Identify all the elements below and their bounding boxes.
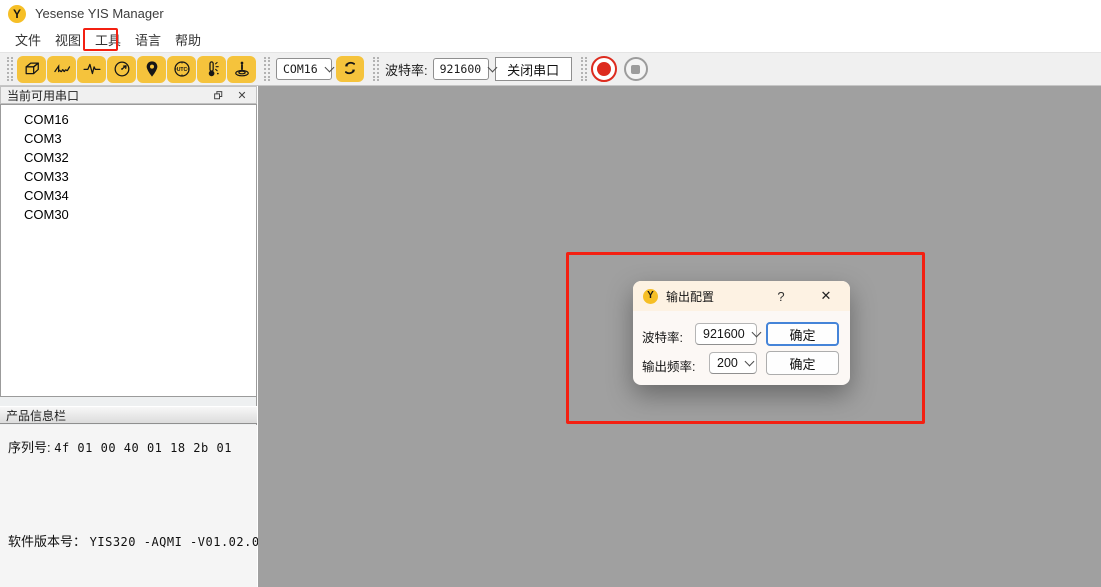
dialog-baud-label: 波特率: — [642, 327, 683, 346]
dialog-frequency-ok-button[interactable]: 确定 — [766, 351, 839, 375]
serial-number-label: 序列号: — [8, 440, 51, 455]
stylus-icon — [232, 59, 252, 79]
tool-button-wave-chart[interactable] — [47, 56, 76, 83]
dialog-baud-select[interactable]: 921600 — [695, 323, 757, 345]
record-button[interactable] — [591, 56, 617, 82]
tool-button-3d-view[interactable] — [17, 56, 46, 83]
menu-file[interactable]: 文件 — [8, 26, 48, 53]
dialog-title: 输出配置 — [666, 288, 714, 305]
waveform-icon — [52, 59, 72, 79]
serial-number-value: 4f 01 00 40 01 18 2b 01 — [54, 441, 232, 455]
ports-panel-header: 当前可用串口 ✕ — [0, 86, 257, 104]
dialog-frequency-value: 200 — [717, 356, 738, 370]
output-config-dialog: Y 输出配置 ? ✕ 波特率: 921600 确定 输出频率: 200 确定 — [633, 281, 850, 385]
serial-number-row: 序列号: 4f 01 00 40 01 18 2b 01 — [8, 437, 232, 456]
baud-rate-label: 波特率: — [385, 60, 428, 79]
chevron-down-icon — [324, 62, 334, 72]
close-serial-port-button[interactable]: 关闭串口 — [495, 57, 572, 81]
yesense-logo-icon: Y — [643, 289, 658, 304]
utc-clock-icon: UTC — [172, 59, 192, 79]
pulse-icon — [82, 59, 102, 79]
location-pin-icon — [142, 59, 162, 79]
gauge-icon — [112, 59, 132, 79]
ports-panel-title: 当前可用串口 — [7, 87, 202, 104]
title-bar: Y Yesense YIS Manager — [0, 0, 1101, 27]
toolbar: UTC COM16 — [0, 52, 1101, 86]
software-version-label: 软件版本号： — [8, 534, 86, 549]
thermometer-icon — [202, 59, 222, 79]
tool-button-pulse-chart[interactable] — [77, 56, 106, 83]
toolbar-grip[interactable] — [373, 57, 379, 81]
toolbar-grip[interactable] — [581, 57, 587, 81]
list-item-port[interactable]: COM16 — [1, 110, 256, 129]
svg-text:UTC: UTC — [176, 67, 187, 73]
product-info-title: 产品信息栏 — [6, 407, 66, 424]
menu-tools[interactable]: 工具 — [88, 26, 128, 53]
dialog-frequency-select[interactable]: 200 — [709, 352, 757, 374]
cube-icon — [22, 59, 42, 79]
dialog-frequency-label: 输出频率: — [642, 356, 695, 375]
dialog-baud-value: 921600 — [703, 327, 745, 341]
toolbar-grip[interactable] — [264, 57, 270, 81]
menu-bar: 文件 视图 工具 语言 帮助 — [0, 27, 1101, 52]
record-icon — [597, 62, 611, 76]
close-icon[interactable]: ✕ — [234, 88, 250, 102]
menu-language[interactable]: 语言 — [128, 26, 168, 53]
software-version-value: YIS320 -AQMI -V01.02.03; — [90, 535, 275, 549]
baud-rate-select[interactable]: 921600 — [433, 58, 489, 80]
list-item-port[interactable]: COM32 — [1, 148, 256, 167]
dialog-help-button[interactable]: ? — [771, 281, 791, 311]
window-title: Yesense YIS Manager — [35, 6, 164, 21]
software-version-row: 软件版本号： YIS320 -AQMI -V01.02.03; — [8, 531, 275, 550]
yesense-logo-icon: Y — [8, 5, 26, 23]
product-info-body: 序列号: 4f 01 00 40 01 18 2b 01 软件版本号： YIS3… — [0, 425, 257, 587]
com-port-value: COM16 — [283, 62, 318, 76]
tool-button-gauge[interactable] — [107, 56, 136, 83]
dialog-baud-ok-button[interactable]: 确定 — [766, 322, 839, 346]
chevron-down-icon — [744, 356, 754, 366]
product-info-header: 产品信息栏 — [0, 406, 257, 424]
baud-rate-value: 921600 — [440, 62, 482, 76]
tool-button-attitude[interactable] — [227, 56, 256, 83]
serial-ports-panel: 当前可用串口 ✕ COM16 COM3 COM32 COM33 COM34 CO… — [0, 86, 257, 587]
refresh-ports-button[interactable] — [336, 56, 364, 82]
tool-button-utc-time[interactable]: UTC — [167, 56, 196, 83]
port-list: COM16 COM3 COM32 COM33 COM34 COM30 — [0, 104, 257, 397]
tool-button-location[interactable] — [137, 56, 166, 83]
com-port-select[interactable]: COM16 — [276, 58, 332, 80]
list-item-port[interactable]: COM30 — [1, 205, 256, 224]
menu-view[interactable]: 视图 — [48, 26, 88, 53]
dialog-close-icon[interactable]: ✕ — [813, 281, 839, 311]
menu-help[interactable]: 帮助 — [168, 26, 208, 53]
list-item-port[interactable]: COM33 — [1, 167, 256, 186]
stop-icon — [631, 65, 640, 74]
tool-button-temperature[interactable] — [197, 56, 226, 83]
list-item-port[interactable]: COM3 — [1, 129, 256, 148]
refresh-icon — [341, 59, 359, 80]
float-panel-icon[interactable] — [210, 88, 226, 102]
stop-button[interactable] — [624, 57, 648, 81]
toolbar-grip[interactable] — [7, 57, 13, 81]
list-item-port[interactable]: COM34 — [1, 186, 256, 205]
chevron-down-icon — [751, 327, 761, 337]
